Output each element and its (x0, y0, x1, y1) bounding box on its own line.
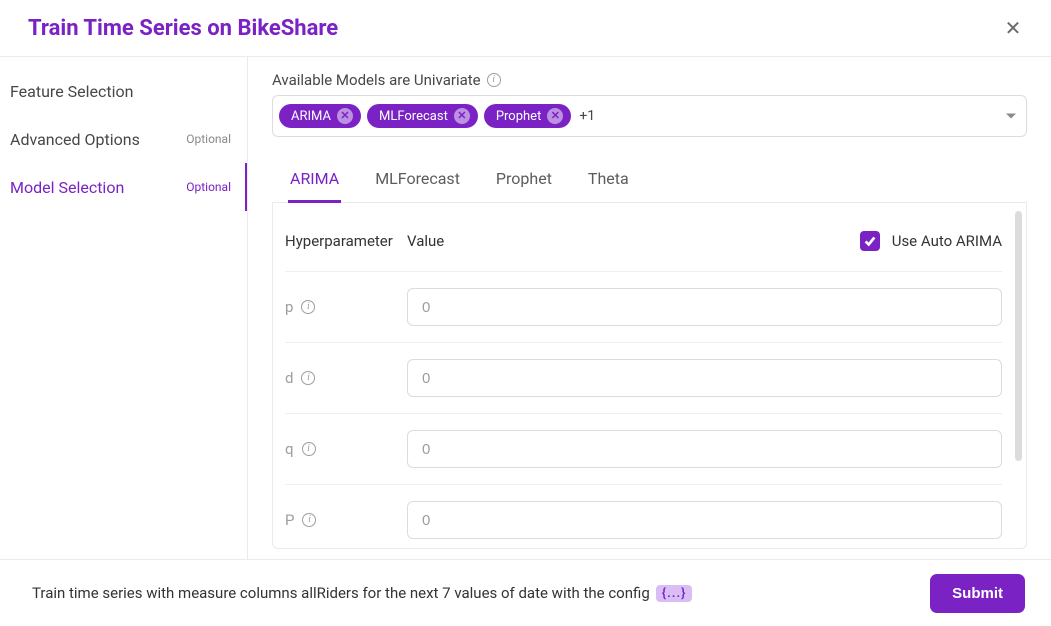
submit-button[interactable]: Submit (930, 574, 1025, 613)
param-input-d[interactable] (407, 359, 1002, 397)
info-icon[interactable]: i (301, 300, 315, 314)
auto-arima-label: Use Auto ARIMA (892, 232, 1002, 250)
chip-remove-icon[interactable]: ✕ (337, 108, 353, 124)
sidebar-item-optional: Optional (186, 180, 231, 194)
sidebar-item-feature-selection[interactable]: Feature Selection (0, 67, 247, 115)
info-icon[interactable]: i (302, 442, 316, 456)
param-name-text: p (285, 298, 293, 316)
model-chip-arima: ARIMA ✕ (279, 104, 361, 128)
param-input-q[interactable] (407, 430, 1002, 468)
chip-label: MLForecast (379, 109, 448, 124)
sidebar: Feature Selection Advanced Options Optio… (0, 57, 248, 559)
param-name-text: P (285, 511, 294, 529)
available-models-label: Available Models are Univariate i (272, 71, 1027, 89)
param-header-row: Hyperparameter Value Use Auto ARIMA (285, 211, 1002, 271)
close-icon[interactable]: ✕ (1001, 16, 1025, 40)
auto-arima-toggle: Use Auto ARIMA (860, 231, 1002, 251)
sidebar-item-label: Advanced Options (10, 130, 140, 149)
tab-arima[interactable]: ARIMA (288, 165, 341, 203)
dialog-body: Feature Selection Advanced Options Optio… (0, 57, 1051, 559)
chip-label: Prophet (496, 109, 542, 124)
model-tabs: ARIMA MLForecast Prophet Theta (272, 165, 1027, 203)
param-name-text: q (285, 440, 294, 458)
check-icon (863, 234, 877, 248)
sidebar-item-model-selection[interactable]: Model Selection Optional (0, 163, 247, 211)
chip-overflow-count[interactable]: +1 (579, 108, 595, 124)
param-row-d: d i (285, 342, 1002, 413)
dialog-title: Train Time Series on BikeShare (28, 16, 338, 41)
param-input-P[interactable] (407, 501, 1002, 539)
param-name: P i (285, 511, 407, 529)
chevron-down-icon[interactable] (1006, 114, 1016, 119)
sidebar-item-label: Model Selection (10, 178, 124, 197)
config-badge[interactable]: {...} (656, 585, 693, 602)
model-multiselect[interactable]: ARIMA ✕ MLForecast ✕ Prophet ✕ +1 (272, 95, 1027, 137)
col-header-value: Value (407, 232, 860, 250)
auto-arima-checkbox[interactable] (860, 231, 880, 251)
sidebar-item-label: Feature Selection (10, 82, 133, 101)
scrollbar-track[interactable] (1015, 211, 1022, 531)
tab-prophet[interactable]: Prophet (494, 165, 554, 203)
info-icon[interactable]: i (487, 73, 501, 87)
main-panel: Available Models are Univariate i ARIMA … (248, 57, 1051, 559)
info-icon[interactable]: i (301, 371, 315, 385)
tab-theta[interactable]: Theta (586, 165, 631, 203)
param-row-q: q i (285, 413, 1002, 484)
param-name: d i (285, 369, 407, 387)
footer-summary-text: Train time series with measure columns a… (32, 584, 650, 602)
tab-mlforecast[interactable]: MLForecast (373, 165, 462, 203)
dialog-footer: Train time series with measure columns a… (0, 559, 1051, 626)
col-header-hyperparameter: Hyperparameter (285, 232, 407, 250)
scrollbar-thumb[interactable] (1015, 211, 1022, 461)
param-input-p[interactable] (407, 288, 1002, 326)
sidebar-item-advanced-options[interactable]: Advanced Options Optional (0, 115, 247, 163)
param-name: q i (285, 440, 407, 458)
sidebar-item-optional: Optional (186, 132, 231, 146)
hyperparameter-panel: Hyperparameter Value Use Auto ARIMA p i (272, 203, 1027, 549)
param-name-text: d (285, 369, 293, 387)
info-icon[interactable]: i (302, 513, 316, 527)
model-chip-mlforecast: MLForecast ✕ (367, 104, 478, 128)
param-row-P: P i (285, 484, 1002, 548)
hyperparameter-scroll[interactable]: Hyperparameter Value Use Auto ARIMA p i (273, 203, 1026, 548)
available-models-text: Available Models are Univariate (272, 71, 481, 89)
param-name: p i (285, 298, 407, 316)
dialog-header: Train Time Series on BikeShare ✕ (0, 0, 1051, 57)
chip-remove-icon[interactable]: ✕ (454, 108, 470, 124)
chip-remove-icon[interactable]: ✕ (547, 108, 563, 124)
chip-label: ARIMA (291, 109, 331, 124)
model-chip-prophet: Prophet ✕ (484, 104, 572, 128)
param-row-p: p i (285, 271, 1002, 342)
footer-summary: Train time series with measure columns a… (32, 584, 692, 602)
